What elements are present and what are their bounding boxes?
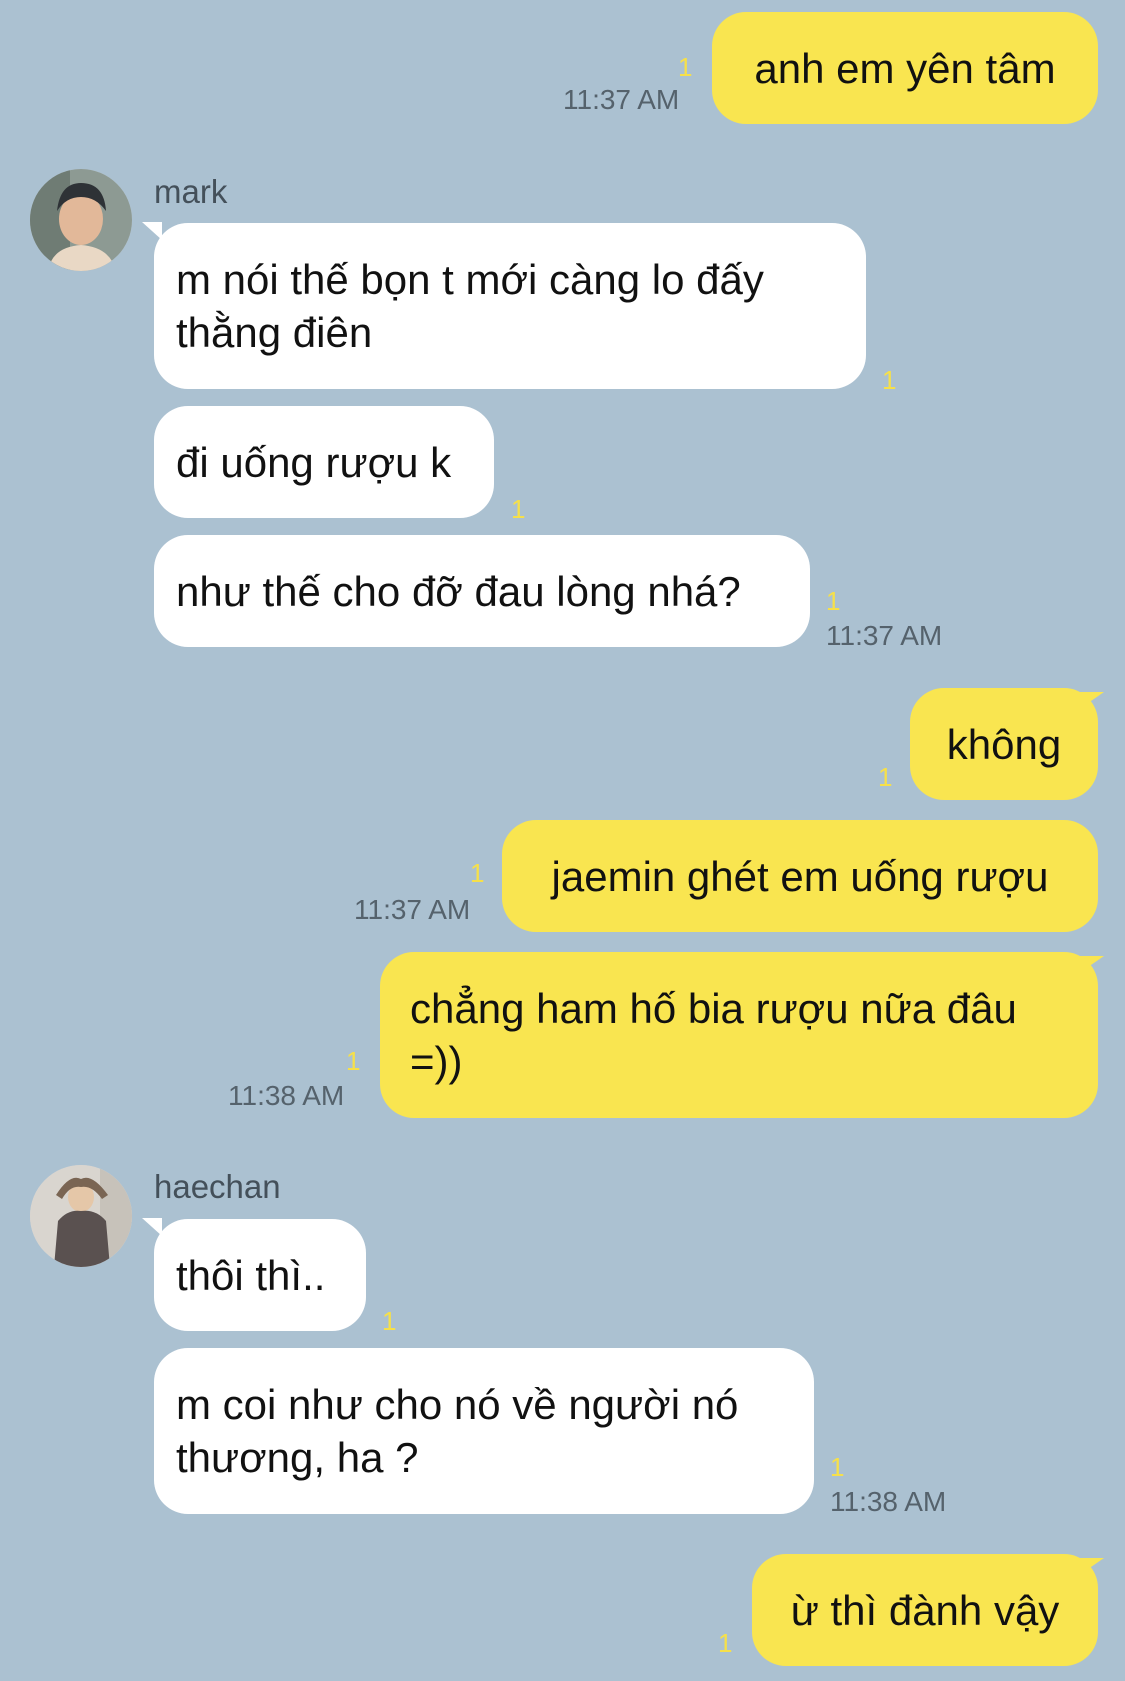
incoming-message-bubble[interactable]: thôi thì.. [154,1219,366,1331]
message-text: không [946,720,1062,768]
read-count: 1 [511,494,526,524]
incoming-message-bubble[interactable]: đi uống rượu k [154,406,494,518]
sender-name: mark [154,173,228,210]
message-text: đi uống rượu k [176,438,452,486]
read-count: 1 [830,1452,845,1482]
outgoing-message-bubble[interactable]: ừ thì đành vậy [752,1554,1098,1666]
incoming-message-bubble[interactable]: m nói thế bọn t mới càng lo đấy thằng đi… [154,223,866,389]
avatar-mark[interactable] [30,169,132,271]
message-text: anh em yên tâm [754,44,1056,92]
message-text: m coi như cho nó về người nó thương, ha … [176,1381,739,1481]
read-count: 1 [678,52,693,82]
timestamp: 11:38 AM [228,1080,345,1111]
message-text: thôi thì.. [176,1251,326,1299]
read-count: 1 [826,586,841,616]
read-count: 1 [470,858,485,888]
read-count: 1 [382,1306,397,1336]
avatar-haechan[interactable] [30,1165,132,1267]
read-count: 1 [346,1046,361,1076]
message-text: m nói thế bọn t mới càng lo đấy thằng đi… [176,256,764,356]
outgoing-message-bubble[interactable]: anh em yên tâm [712,12,1098,124]
message-text: jaemin ghét em uống rượu [551,852,1049,900]
read-count: 1 [882,365,897,395]
timestamp: 11:37 AM [826,620,943,651]
timestamp: 11:37 AM [563,84,680,115]
message-text: chẳng ham hố bia rượu nữa đâu =)) [410,985,1017,1085]
profile-photo [30,169,132,271]
outgoing-message-bubble[interactable]: chẳng ham hố bia rượu nữa đâu =)) [380,952,1098,1118]
timestamp: 11:37 AM [354,894,471,925]
message-text: như thế cho đỡ đau lòng nhá? [176,567,741,615]
incoming-message-bubble[interactable]: như thế cho đỡ đau lòng nhá? [154,535,810,647]
outgoing-message-bubble[interactable]: jaemin ghét em uống rượu [502,820,1098,932]
profile-photo [30,1165,132,1267]
message-text: ừ thì đành vậy [790,1586,1060,1634]
read-count: 1 [718,1628,733,1658]
incoming-message-bubble[interactable]: m coi như cho nó về người nó thương, ha … [154,1348,814,1514]
sender-name: haechan [154,1168,281,1205]
outgoing-message-bubble[interactable]: không [910,688,1098,800]
read-count: 1 [878,762,893,792]
timestamp: 11:38 AM [830,1486,947,1517]
